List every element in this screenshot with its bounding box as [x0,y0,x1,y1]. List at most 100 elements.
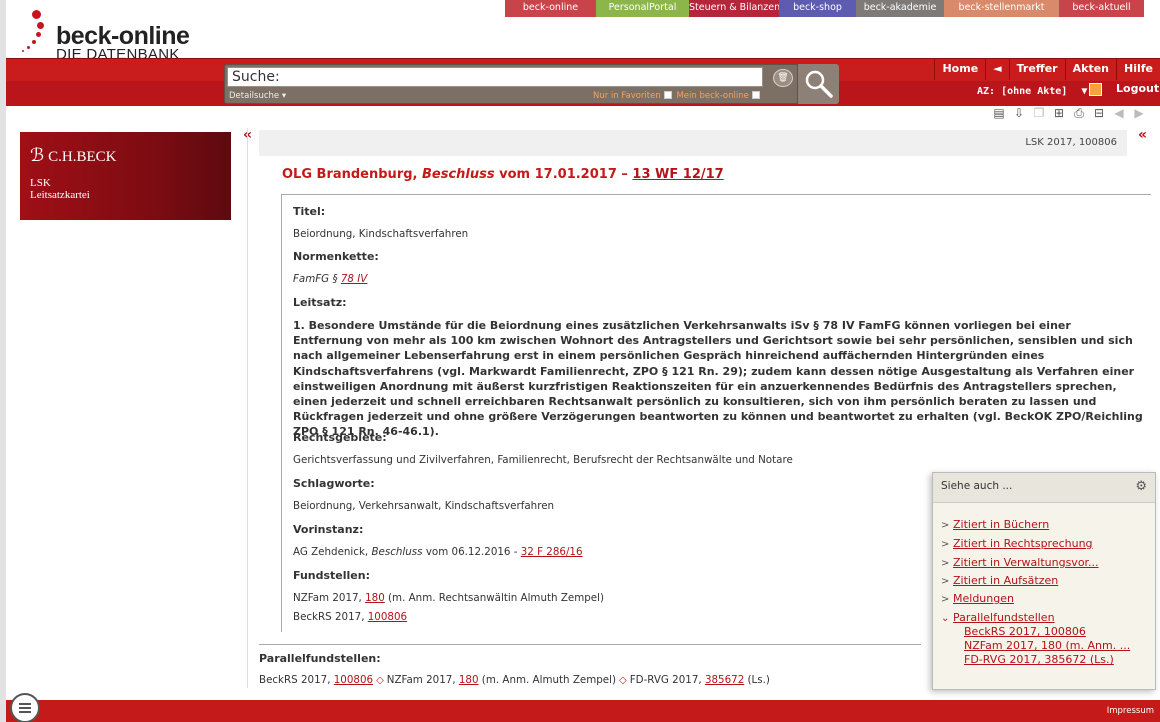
fundstelle-2: BeckRS 2017, 100806 [293,611,407,623]
field-heading: Leitsatz: [293,296,347,309]
decision-type: Beschluss [422,167,495,182]
pf1-prefix: BeckRS 2017, [259,674,334,686]
divider [247,128,248,688]
detailsuche-link[interactable]: Detailsuche ▾ [229,91,286,101]
siehe-auch-item[interactable]: > Zitiert in Aufsätzen [941,574,1058,587]
norm-prefix: FamFG § [293,273,341,285]
siehe-auch-item[interactable]: > Meldungen [941,592,1014,605]
akte-icon[interactable] [1089,83,1103,96]
menu-icon[interactable] [10,693,40,722]
pf2-suffix: (m. Anm. Almuth Zempel) [478,674,617,686]
gear-icon[interactable]: ⚙ [1135,479,1147,494]
siehe-auch-item-expanded[interactable]: ⌄ Parallelfundstellen [941,611,1055,624]
akten-button[interactable]: Akten [1064,58,1116,80]
pf2-link[interactable]: 180 [459,674,479,686]
siehe-auch-link[interactable]: Zitiert in Aufsätzen [953,574,1058,587]
logo-dot-icon [32,40,36,44]
portal-tab[interactable]: PersonalPortal [596,0,689,17]
brand-name: C.H.BECK [48,149,117,165]
search-input[interactable]: Suche: [227,67,763,87]
pf3-suffix: (Ls.) [744,674,770,686]
fund1-suffix: (m. Anm. Rechtsanwältin Almuth Zempel) [384,592,604,604]
siehe-auch-item[interactable]: > Zitiert in Verwaltungsvor... [941,556,1099,569]
fund1-link[interactable]: 180 [365,592,385,604]
portal-tab[interactable]: Steuern & Bilanzen [689,0,779,17]
vorinstanz-court: AG Zehdenick, [293,546,372,558]
search-filters: Nur in Favoriten Mein beck-online [593,91,762,101]
logo-dot-icon [27,46,30,49]
parallel-link[interactable]: FD-RVG 2017, 385672 (Ls.) [964,653,1114,666]
document-toolbar: ▤ ⇩ ❐ ⊞ ⎙ ⊟ ◀ ▶ [992,106,1146,121]
mybeck-checkbox[interactable] [751,91,760,99]
chevron-right-icon: > [941,520,950,531]
decision-date: vom 17.01.2017 – [494,167,633,182]
diamond-icon: ◇ [619,675,627,686]
portal-tab[interactable]: beck-shop [779,0,856,17]
pf3-link[interactable]: 385672 [705,674,744,686]
home-button[interactable]: Home [934,58,985,80]
siehe-auch-item[interactable]: > Zitiert in Rechtsprechung [941,537,1093,550]
akte-selector[interactable]: AZ: [ohne Akte] ▼ [977,83,1103,97]
siehe-auch-item[interactable]: > Zitiert in Büchern [941,518,1049,531]
logo-dot-icon [32,10,41,19]
chevron-down-icon: ▼ [1081,86,1088,97]
prev-arrow-icon[interactable]: ◀ [1112,106,1126,121]
siehe-auch-link[interactable]: Zitiert in Büchern [953,518,1049,531]
publication-panel[interactable]: ℬ C.H.BECK LSK Leitsatzkartei [20,132,231,220]
portal-tab[interactable]: beck-stellenmarkt [944,0,1059,17]
doc-header-strip: LSK 2017, 100806 [259,130,1127,156]
fundstelle-1: NZFam 2017, 180 (m. Anm. Rechtsanwältin … [293,592,604,604]
field-heading: Normenkette: [293,250,379,263]
field-heading: Titel: [293,205,326,218]
portal-tab[interactable]: beck-aktuell [1059,0,1144,17]
document-icon[interactable]: ▤ [992,106,1006,121]
download-icon[interactable]: ⇩ [1012,106,1026,121]
logo-dot-icon [37,22,44,29]
clear-search-button[interactable]: 🗑 [773,69,793,87]
portal-tab[interactable]: beck-online [505,0,596,17]
collapse-right-icon[interactable]: « [1138,127,1147,143]
search-button[interactable] [797,64,839,104]
siehe-auch-subitem[interactable]: BeckRS 2017, 100806 [964,625,1086,638]
next-arrow-icon[interactable]: ▶ [1132,106,1146,121]
portal-tabs: beck-online PersonalPortal Steuern & Bilan… [505,0,1144,17]
publication-title: LSK Leitsatzkartei [30,177,90,201]
footer-bar: Impressum [6,700,1160,722]
logout-button[interactable]: Logout [1116,82,1159,95]
akte-label: AZ: [ohne Akte] [977,86,1068,97]
treffer-button[interactable]: Treffer [1008,58,1065,80]
field-value: Gerichtsverfassung und Zivilverfahren, F… [293,454,793,466]
parallel-link[interactable]: BeckRS 2017, 100806 [964,625,1086,638]
siehe-auch-subitem[interactable]: NZFam 2017, 180 (m. Anm. ... [964,639,1130,652]
hilfe-button[interactable]: Hilfe [1116,58,1160,80]
siehe-auch-link[interactable]: Zitiert in Verwaltungsvor... [953,556,1099,569]
save-icon[interactable]: ⊞ [1052,106,1066,121]
vorinstanz-value: AG Zehdenick, Beschluss vom 06.12.2016 -… [293,546,583,558]
parallelfundstellen-heading: Parallelfundstellen: [259,652,381,665]
export-icon[interactable]: ⊟ [1092,106,1106,121]
copy-icon[interactable]: ❐ [1032,106,1046,121]
siehe-auch-link[interactable]: Zitiert in Rechtsprechung [953,537,1093,550]
fund2-link[interactable]: 100806 [368,611,407,623]
app-window: beck-online PersonalPortal Steuern & Bilan… [6,0,1160,722]
chevron-right-icon: > [941,558,950,569]
magnifier-icon [805,70,833,98]
siehe-auch-subitem[interactable]: FD-RVG 2017, 385672 (Ls.) [964,653,1114,666]
favorites-checkbox[interactable] [663,91,672,99]
chevron-right-icon: > [941,594,950,605]
impressum-link[interactable]: Impressum [1107,706,1154,716]
publication-title-line1: LSK [30,177,51,189]
norm-link[interactable]: 78 IV [341,273,367,285]
portal-tab[interactable]: beck-akademie [856,0,944,17]
print-icon[interactable]: ⎙ [1072,106,1086,121]
pf1-link[interactable]: 100806 [334,674,373,686]
vorinstanz-link[interactable]: 32 F 286/16 [521,546,583,558]
pf3-prefix: FD-RVG 2017, [629,674,705,686]
parallel-link[interactable]: NZFam 2017, 180 (m. Anm. ... [964,639,1130,652]
siehe-auch-link[interactable]: Meldungen [953,592,1014,605]
back-button[interactable]: ◄ [985,58,1008,80]
favorites-label: Nur in Favoriten [593,91,661,101]
siehe-auch-link[interactable]: Parallelfundstellen [953,611,1055,624]
beck-online-logo[interactable]: beck-online DIE DATENBANK [20,8,190,64]
aktenzeichen-link[interactable]: 13 WF 12/17 [632,167,723,182]
